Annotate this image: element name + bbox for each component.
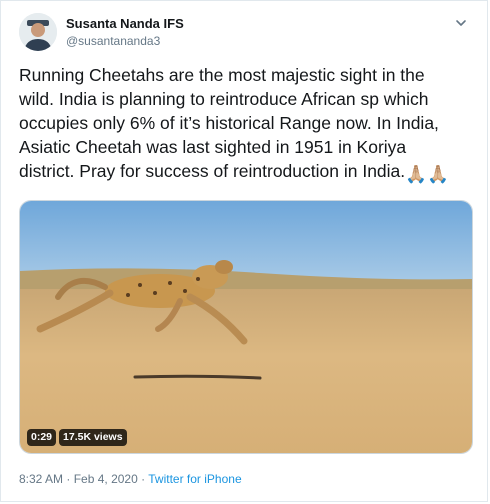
tweet-meta: 8:32 AM · Feb 4, 2020 · Twitter for iPho…	[19, 472, 242, 486]
avatar[interactable]	[19, 13, 57, 51]
meta-separator: ·	[141, 472, 146, 486]
folded-hands-emoji-icon: 🙏🏼	[405, 164, 427, 184]
tweet-text-line: district. Pray for success of reintroduc…	[19, 161, 406, 181]
tweet-text: Running Cheetahs are the most majestic s…	[19, 63, 475, 186]
tweet-date[interactable]: Feb 4, 2020	[74, 472, 138, 486]
meta-separator: ·	[66, 472, 71, 486]
tweet-source-link[interactable]: Twitter for iPhone	[148, 472, 241, 486]
video-overlay: 0:29 17.5K views	[27, 429, 127, 446]
video-views: 17.5K views	[59, 429, 127, 446]
folded-hands-emoji-icon: 🙏🏼	[426, 164, 449, 184]
chevron-down-icon[interactable]	[453, 15, 469, 31]
tweet-card: Susanta Nanda IFS @susantananda3 Running…	[0, 0, 488, 502]
video-player[interactable]: 0:29 17.5K views	[19, 200, 473, 454]
tweet-text-line: Asiatic Cheetah was last sighted in 1951…	[19, 137, 407, 157]
tweet-text-line: wild. India is planning to reintroduce A…	[19, 89, 429, 109]
video-duration: 0:29	[27, 429, 57, 446]
avatar-image	[19, 13, 57, 51]
video-thumbnail	[20, 201, 472, 453]
author-name[interactable]: Susanta Nanda IFS	[66, 16, 184, 31]
tweet-time[interactable]: 8:32 AM	[19, 472, 63, 486]
tweet-text-line: Running Cheetahs are the most majestic s…	[19, 65, 425, 85]
tweet-text-line: occupies only 6% of it’s historical Rang…	[19, 113, 439, 133]
author-handle[interactable]: @susantananda3	[66, 34, 160, 48]
